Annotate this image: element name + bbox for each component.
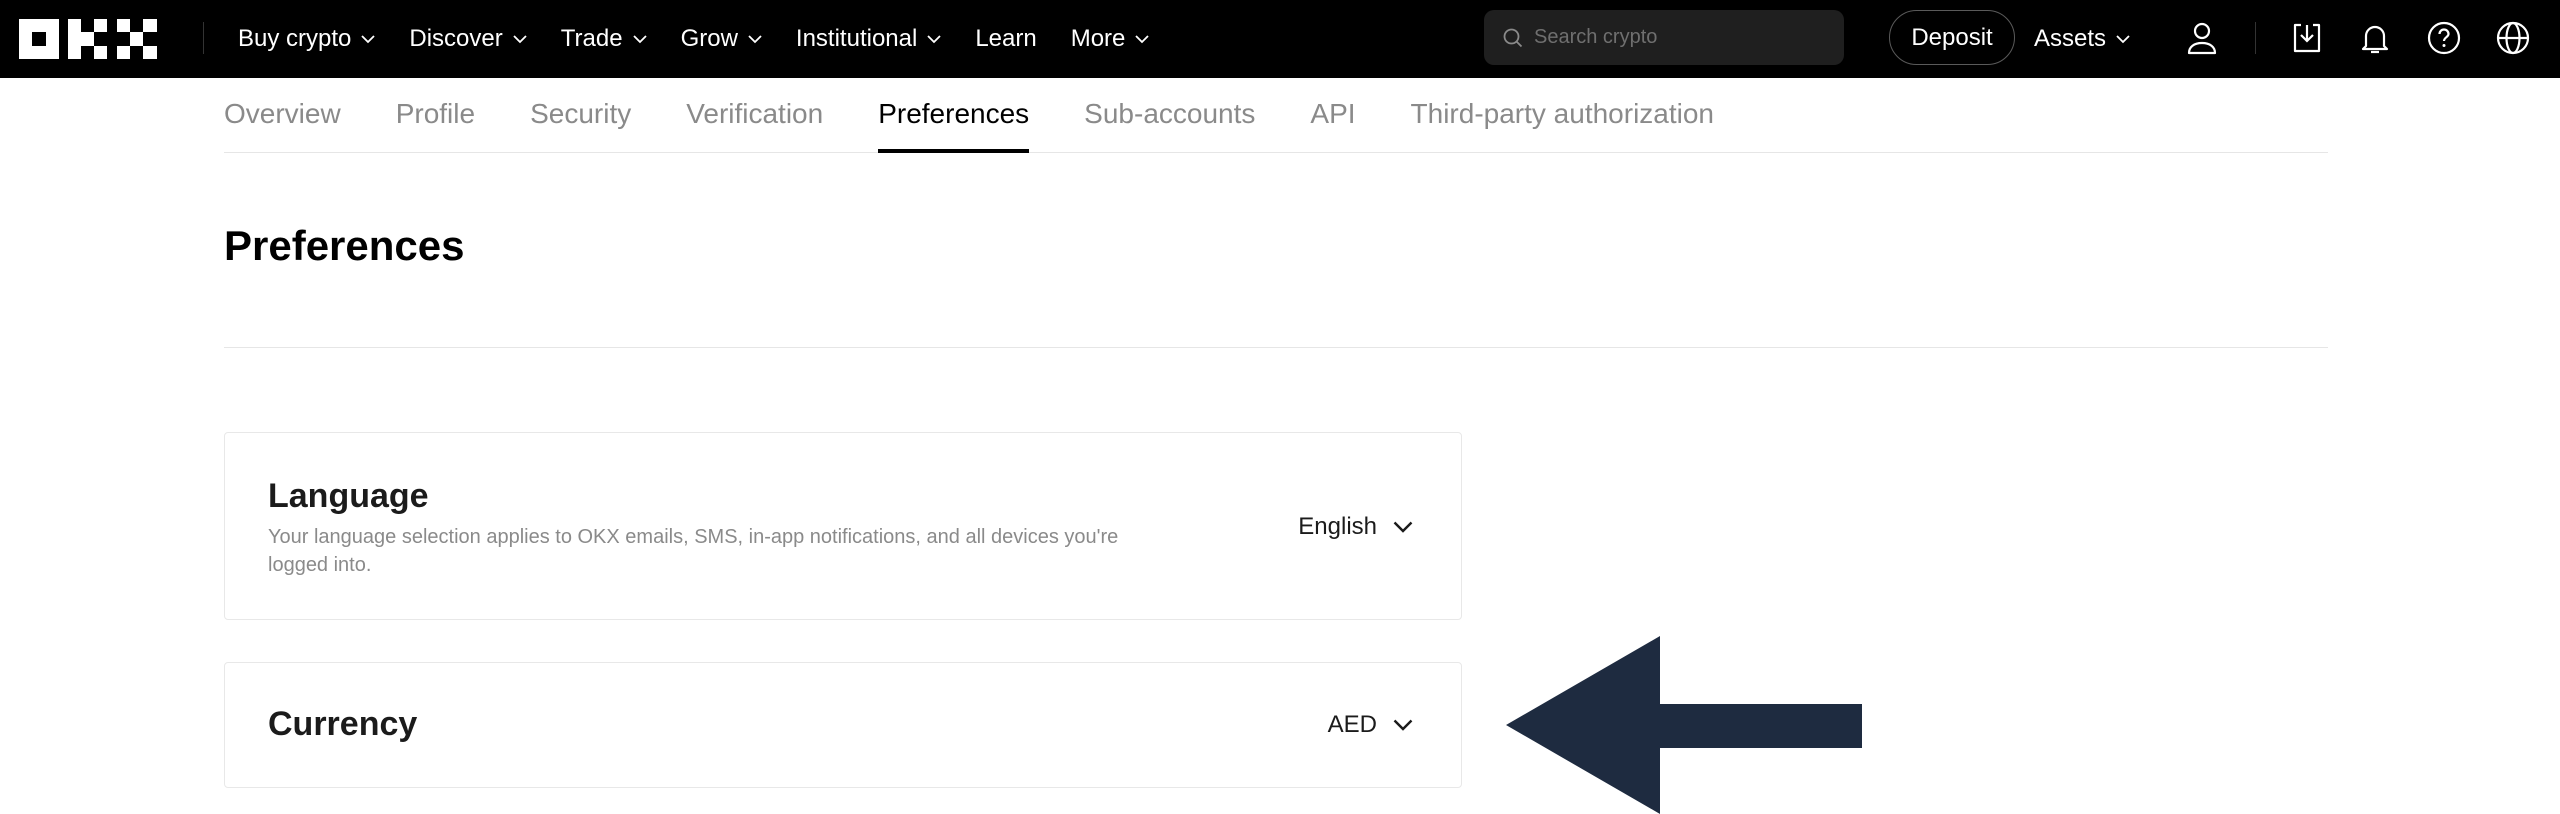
user-icon bbox=[2187, 22, 2217, 55]
account-tabs: Overview Profile Security Verification P… bbox=[224, 78, 2328, 153]
pointer-arrow-icon bbox=[1506, 636, 1862, 814]
search-icon bbox=[1503, 28, 1523, 47]
nav-divider bbox=[2255, 22, 2256, 54]
chevron-down-icon bbox=[748, 34, 762, 43]
chevron-down-icon bbox=[927, 34, 941, 43]
user-button[interactable] bbox=[2183, 19, 2221, 57]
nav-trade[interactable]: Trade bbox=[561, 25, 647, 53]
tab-security[interactable]: Security bbox=[530, 78, 631, 152]
top-navigation-bar: Buy crypto Discover Trade Grow Instituti… bbox=[0, 0, 2560, 78]
nav-item-label: Trade bbox=[560, 25, 623, 52]
nav-more[interactable]: More bbox=[1071, 25, 1150, 53]
currency-title: Currency bbox=[268, 705, 418, 743]
help-icon bbox=[2427, 21, 2461, 55]
language-title: Language bbox=[268, 477, 429, 515]
chevron-down-icon bbox=[361, 34, 376, 43]
nav-divider bbox=[203, 22, 204, 54]
nav-item-label: Learn bbox=[975, 25, 1037, 52]
download-button[interactable] bbox=[2288, 19, 2326, 57]
tab-profile[interactable]: Profile bbox=[396, 78, 475, 152]
deposit-button[interactable]: Deposit bbox=[1889, 10, 2015, 65]
main-nav: Buy crypto Discover Trade Grow Instituti… bbox=[238, 0, 1183, 78]
tab-api[interactable]: API bbox=[1310, 78, 1355, 152]
language-card: Language Your language selection applies… bbox=[224, 432, 1462, 620]
search-box[interactable] bbox=[1484, 10, 1844, 65]
language-select[interactable]: English bbox=[1298, 513, 1413, 541]
tab-overview[interactable]: Overview bbox=[224, 78, 341, 152]
currency-select[interactable]: AED bbox=[1328, 711, 1413, 739]
assets-label: Assets bbox=[2034, 25, 2107, 52]
chevron-down-icon bbox=[1135, 34, 1150, 43]
tab-sub-accounts[interactable]: Sub-accounts bbox=[1084, 78, 1255, 152]
download-icon bbox=[2293, 23, 2321, 53]
globe-icon bbox=[2496, 21, 2530, 55]
nav-item-label: Grow bbox=[680, 25, 738, 52]
chevron-down-icon bbox=[2116, 34, 2130, 43]
language-value: English bbox=[1298, 513, 1377, 540]
nav-item-label: More bbox=[1070, 25, 1126, 52]
tab-verification[interactable]: Verification bbox=[686, 78, 823, 152]
nav-institutional[interactable]: Institutional bbox=[796, 25, 941, 53]
language-button[interactable] bbox=[2494, 19, 2532, 57]
chevron-down-icon bbox=[632, 34, 647, 43]
currency-card: Currency AED bbox=[224, 662, 1462, 788]
nav-buy-crypto[interactable]: Buy crypto bbox=[238, 25, 376, 53]
nav-item-label: Buy crypto bbox=[238, 25, 352, 52]
chevron-down-icon bbox=[513, 34, 527, 43]
notifications-button[interactable] bbox=[2356, 19, 2394, 57]
nav-grow[interactable]: Grow bbox=[681, 25, 762, 53]
currency-value: AED bbox=[1327, 711, 1377, 738]
chevron-down-icon bbox=[1393, 521, 1413, 533]
okx-logo[interactable] bbox=[19, 19, 157, 59]
search-input[interactable] bbox=[1534, 26, 1834, 49]
page-title: Preferences bbox=[224, 222, 465, 269]
nav-learn[interactable]: Learn bbox=[975, 25, 1036, 53]
tab-third-party-authorization[interactable]: Third-party authorization bbox=[1411, 78, 1714, 152]
nav-item-label: Discover bbox=[409, 25, 503, 52]
nav-discover[interactable]: Discover bbox=[409, 25, 527, 53]
divider bbox=[224, 347, 2328, 348]
help-button[interactable] bbox=[2425, 19, 2463, 57]
assets-menu[interactable]: Assets bbox=[2034, 0, 2130, 78]
nav-item-label: Institutional bbox=[795, 25, 918, 52]
language-description: Your language selection applies to OKX e… bbox=[268, 526, 1119, 576]
tab-preferences[interactable]: Preferences bbox=[878, 78, 1029, 153]
chevron-down-icon bbox=[1393, 719, 1413, 731]
bell-icon bbox=[2361, 25, 2389, 54]
